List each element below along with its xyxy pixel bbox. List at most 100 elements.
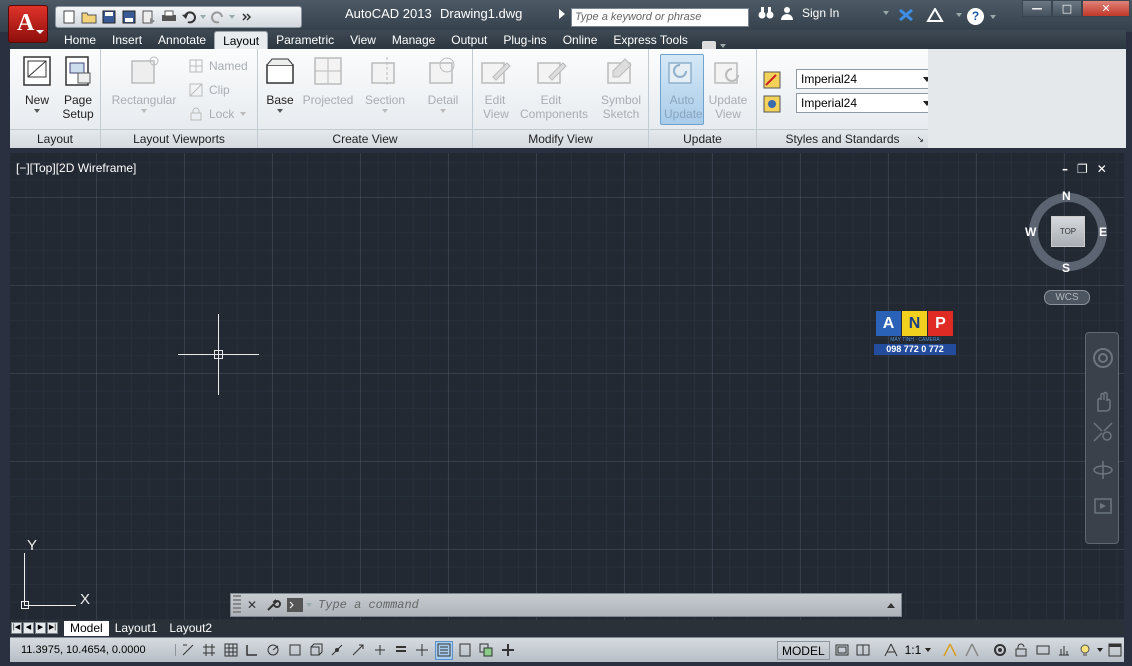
close-button[interactable]: ✕ <box>1082 0 1130 17</box>
save-as-icon[interactable] <box>120 9 137 26</box>
recent-commands-dropdown-icon[interactable] <box>306 603 313 607</box>
snap-mode-icon[interactable] <box>200 641 218 660</box>
object-snap-tracking-icon[interactable] <box>328 641 346 660</box>
3d-object-snap-icon[interactable] <box>307 641 325 660</box>
search-input[interactable]: Type a keyword or phrase <box>571 8 749 27</box>
minimize-button[interactable]: — <box>1022 0 1052 17</box>
dynamic-ucs-icon[interactable] <box>349 641 367 660</box>
tab-model[interactable]: Model <box>64 620 109 636</box>
dynamic-input-icon[interactable] <box>371 641 389 660</box>
new-layout-button[interactable]: New <box>18 55 56 113</box>
dialog-launcher-icon[interactable]: ↘ <box>916 130 924 148</box>
last-tab-arrow-icon[interactable]: ▶| <box>47 622 58 634</box>
zoom-extents-icon[interactable] <box>1090 421 1116 447</box>
viewport-restore-icon[interactable]: ❐ <box>1077 162 1088 176</box>
workspace-switching-icon[interactable] <box>991 641 1009 660</box>
search-expand-icon[interactable] <box>559 9 565 19</box>
section-style-dropdown[interactable]: Imperial24 <box>796 93 936 113</box>
tab-insert[interactable]: Insert <box>104 31 150 50</box>
tab-layout1[interactable]: Layout1 <box>109 621 164 636</box>
plot-icon[interactable] <box>160 9 177 26</box>
tab-plug-ins[interactable]: Plug-ins <box>495 31 554 50</box>
clip-viewport-button[interactable]: Clip <box>189 83 230 97</box>
compass-north[interactable]: N <box>1062 189 1071 203</box>
tab-online[interactable]: Online <box>555 31 606 50</box>
edit-view-button[interactable]: Edit View <box>478 55 512 121</box>
clean-screen-icon[interactable] <box>1106 641 1124 660</box>
quick-view-drawings-icon[interactable] <box>854 641 872 660</box>
redo-icon[interactable] <box>209 9 226 26</box>
quick-properties-icon[interactable] <box>434 640 453 660</box>
next-tab-arrow-icon[interactable]: ▶ <box>35 622 46 634</box>
page-setup-button[interactable]: Page Setup <box>58 55 98 121</box>
quick-view-layouts-icon[interactable] <box>833 641 851 660</box>
hardware-acceleration-icon[interactable] <box>1034 641 1052 660</box>
tab-output[interactable]: Output <box>443 31 495 50</box>
projected-view-button[interactable]: Projected <box>302 55 354 107</box>
isolate-objects-icon[interactable] <box>1076 641 1094 660</box>
detail-view-button[interactable]: Detail <box>422 55 464 113</box>
toolbar-lock-icon[interactable] <box>1012 641 1030 660</box>
more-tools-icon[interactable] <box>238 9 255 26</box>
annotation-scale-dropdown-icon[interactable] <box>925 648 932 652</box>
redo-dropdown-icon[interactable] <box>229 15 235 19</box>
rectangular-viewport-button[interactable]: Rectangular <box>109 55 179 113</box>
wrench-icon[interactable] <box>265 597 282 613</box>
model-space-toggle[interactable]: MODEL <box>776 640 830 660</box>
sign-in-area[interactable]: Sign In <box>758 6 890 20</box>
tab-manage[interactable]: Manage <box>384 31 443 50</box>
named-viewport-button[interactable]: Named <box>189 59 248 73</box>
showmotion-icon[interactable] <box>1090 495 1116 521</box>
add-icon[interactable] <box>499 641 517 660</box>
update-view-button[interactable]: Update View <box>705 55 751 121</box>
application-status-menu-icon[interactable] <box>1096 648 1103 652</box>
drawing-viewport[interactable]: [−][Top][2D Wireframe] – ❐ ✕ TOP N S E W… <box>10 153 1124 620</box>
lock-viewport-button[interactable]: Lock <box>189 107 247 121</box>
ribbon-display-dropdown-icon[interactable] <box>719 43 726 48</box>
tab-parametric[interactable]: Parametric <box>268 31 342 50</box>
transparency-icon[interactable] <box>413 641 431 660</box>
auto-scale-icon[interactable] <box>963 641 981 660</box>
tab-layout2[interactable]: Layout2 <box>163 621 218 636</box>
edit-components-button[interactable]: Edit Components <box>516 55 588 121</box>
selection-cycling-icon[interactable] <box>456 641 474 660</box>
viewport-minimize-icon[interactable]: – <box>1062 162 1068 176</box>
help-icon[interactable]: ? <box>967 8 984 25</box>
grid-display-icon[interactable] <box>221 641 239 660</box>
first-tab-arrow-icon[interactable]: |◀ <box>11 622 22 634</box>
compass-west[interactable]: W <box>1025 225 1036 239</box>
maximize-button[interactable]: □ <box>1052 0 1082 17</box>
tab-express-tools[interactable]: Express Tools <box>605 31 695 50</box>
annotation-scale-icon[interactable] <box>882 641 900 660</box>
exchange-icon[interactable] <box>898 8 914 22</box>
compass-east[interactable]: E <box>1099 225 1107 239</box>
close-icon[interactable]: ✕ <box>247 598 257 612</box>
new-file-icon[interactable] <box>60 9 77 26</box>
viewcube-top-face[interactable]: TOP <box>1051 216 1085 247</box>
open-file-icon[interactable] <box>80 9 97 26</box>
tab-annotate[interactable]: Annotate <box>150 31 214 50</box>
sign-in-dropdown-icon[interactable] <box>883 11 890 15</box>
polar-tracking-icon[interactable] <box>264 641 282 660</box>
infer-constraints-icon[interactable] <box>179 641 197 660</box>
sign-in-label[interactable]: Sign In <box>802 6 839 20</box>
section-style-icon[interactable] <box>763 95 781 113</box>
annotation-scale-value[interactable]: 1:1 <box>905 643 922 657</box>
object-snap-icon[interactable] <box>285 641 303 660</box>
compass-south[interactable]: S <box>1062 261 1070 275</box>
base-view-button[interactable]: Base <box>264 55 296 113</box>
tab-view[interactable]: View <box>342 31 384 50</box>
view-style-dropdown[interactable]: Imperial24 <box>796 69 936 89</box>
steering-wheel-icon[interactable] <box>1090 347 1116 373</box>
section-view-button[interactable]: Section <box>362 55 408 113</box>
application-menu-button[interactable]: A <box>8 5 48 43</box>
show-lineweight-icon[interactable] <box>392 641 410 660</box>
tab-layout[interactable]: Layout <box>214 31 269 50</box>
autodesk-360-icon[interactable] <box>926 8 944 22</box>
lock-dropdown-icon[interactable] <box>240 112 247 116</box>
performance-tuner-icon[interactable] <box>1055 641 1073 660</box>
save-icon[interactable] <box>100 9 117 26</box>
help-dropdown-icon[interactable] <box>990 15 996 19</box>
exchange-dropdown-icon[interactable] <box>956 13 962 17</box>
viewport-close-icon[interactable]: ✕ <box>1097 162 1107 176</box>
